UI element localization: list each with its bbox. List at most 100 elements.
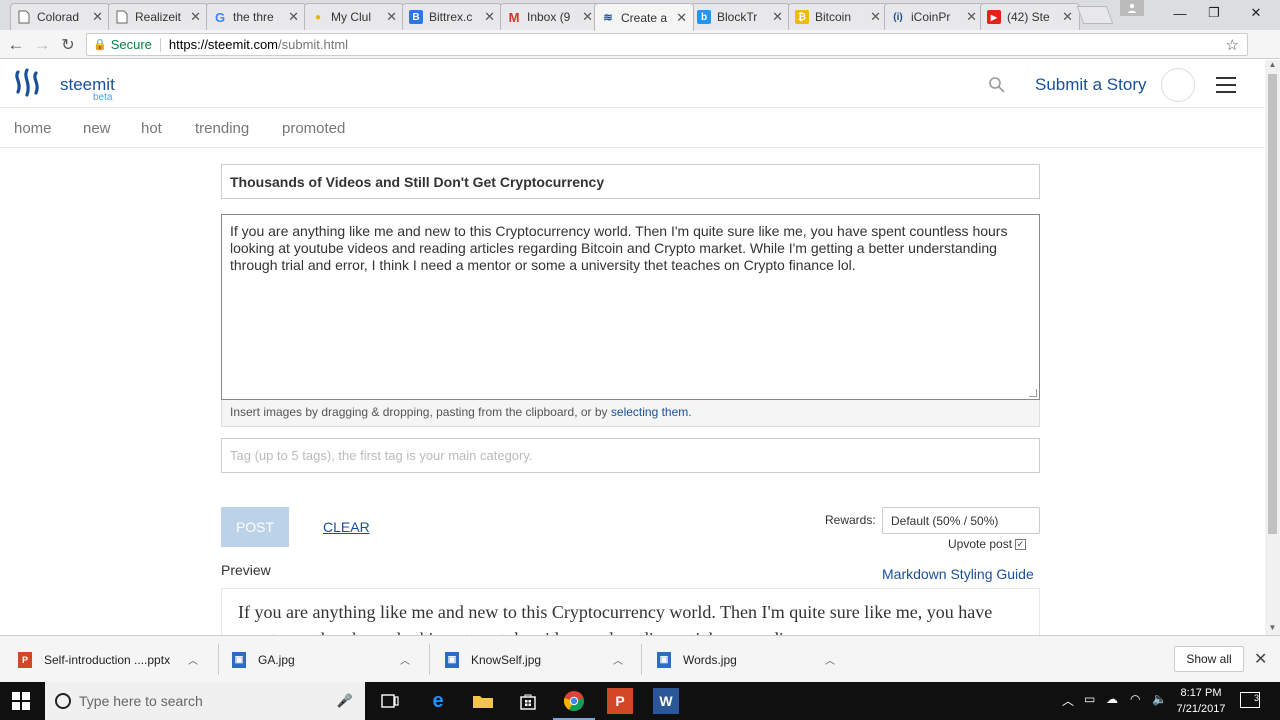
image-icon: ▣ [232,651,246,668]
url-host: https://steemit.com [168,37,278,52]
post-body-textarea[interactable]: If you are anything like me and new to t… [221,214,1040,400]
scroll-up-icon[interactable]: ▲ [1265,60,1280,72]
close-icon[interactable]: ✕ [582,9,593,25]
downloads-bar: P Self-introduction ....pptx ︿ ▣ GA.jpg … [0,635,1280,682]
tab-myclub[interactable]: ● My Clul ✕ [304,3,404,30]
maximize-icon[interactable]: ❐ [1194,0,1234,26]
page-scrollbar[interactable]: ▲ ▼ [1265,60,1280,635]
tab-title: Bittrex.c [429,10,473,24]
star-icon[interactable]: ☆ [1226,36,1239,54]
edge-icon[interactable]: e [425,688,451,714]
tab-title: Realizeit [135,10,182,24]
word-icon[interactable]: W [653,688,679,714]
clear-button[interactable]: CLEAR [323,519,370,535]
forward-icon[interactable]: → [31,34,53,56]
nav-new[interactable]: new [83,120,111,137]
select-images-link[interactable]: selecting them. [611,405,692,419]
nav-promoted[interactable]: promoted [282,120,345,137]
tab-bitcoin[interactable]: ₿ Bitcoin ✕ [788,3,888,30]
upvote-checkbox[interactable]: ✓ [1015,538,1027,550]
rewards-select[interactable]: Default (50% / 50%) [882,507,1040,534]
taskbar-search-placeholder: Type here to search [79,693,203,709]
download-item[interactable]: P Self-introduction ....pptx ︿ [18,636,208,683]
back-icon[interactable]: ← [5,34,27,56]
show-all-downloads-button[interactable]: Show all [1174,646,1244,672]
tab-colorad[interactable]: Colorad ✕ [10,3,110,30]
close-icon[interactable]: ✕ [484,9,495,25]
file-explorer-icon[interactable] [470,688,496,714]
download-item[interactable]: ▣ KnowSelf.jpg ︿ [445,636,625,683]
profile-icon[interactable] [1120,0,1144,16]
scroll-down-icon[interactable]: ▼ [1265,623,1280,635]
close-icon[interactable]: ✕ [966,9,977,25]
tab-google[interactable]: G the thre ✕ [206,3,306,30]
upvote-post-option[interactable]: Upvote post ✓ [948,537,1027,551]
close-icon[interactable]: ✕ [870,9,881,25]
nav-hot[interactable]: hot [141,120,162,137]
store-icon[interactable] [515,688,541,714]
powerpoint-icon[interactable]: P [607,688,633,714]
microphone-icon[interactable]: 🎤 [337,693,353,709]
resize-handle-icon[interactable] [1029,389,1037,397]
windows-start-icon[interactable] [12,692,30,710]
close-icon[interactable]: ✕ [288,9,299,25]
steemit-logo-icon[interactable] [14,68,46,98]
chevron-up-icon[interactable]: ︿ [613,652,623,667]
notifications-icon[interactable]: 3 [1240,692,1260,708]
image-dropzone[interactable]: Insert images by dragging & dropping, pa… [221,400,1040,427]
close-icon[interactable]: ✕ [92,9,103,25]
download-filename: KnowSelf.jpg [471,652,542,667]
google-icon: G [214,9,226,25]
close-icon[interactable]: ✕ [386,9,397,25]
post-title-input[interactable]: Thousands of Videos and Still Don't Get … [221,164,1040,199]
submit-story-link[interactable]: Submit a Story [1035,75,1147,95]
close-window-icon[interactable]: ✕ [1236,0,1276,26]
hamburger-menu-icon[interactable] [1216,77,1236,93]
search-icon[interactable] [988,76,1006,94]
image-icon: ▣ [445,651,459,668]
tab-title: Colorad [37,10,80,24]
taskbar-search-box[interactable]: Type here to search 🎤 [45,682,365,720]
nav-trending[interactable]: trending [195,120,249,137]
steemit-icon: ≋ [603,12,613,24]
new-tab-button[interactable] [1076,6,1114,24]
bittrex-icon: B [409,10,423,24]
chevron-up-icon[interactable]: ︿ [825,652,835,667]
tab-icoin[interactable]: (i) iCoinPr ✕ [884,3,984,30]
tab-title: the thre [233,10,274,24]
chevron-up-icon[interactable]: ︿ [188,652,198,667]
clock-time: 8:17 PM [1180,687,1222,699]
chevron-up-icon[interactable]: ︿ [400,652,410,667]
scrollbar-thumb[interactable] [1268,74,1277,534]
tab-create-steemit[interactable]: ≋ Create a ✕ [594,3,694,31]
wifi-icon[interactable]: ◠ [1130,692,1140,706]
battery-icon[interactable]: ▭ [1084,692,1095,706]
task-view-icon[interactable] [377,688,403,714]
tab-blocktrail[interactable]: b BlockTr ✕ [690,3,790,30]
chrome-icon[interactable] [553,688,595,720]
close-icon[interactable]: ✕ [1254,649,1267,669]
avatar[interactable] [1161,68,1195,102]
address-bar[interactable]: 🔒 Secure https://steemit.com/submit.html… [86,33,1248,56]
page-viewport: steemit beta Submit a Story home new hot… [0,60,1280,635]
nav-home[interactable]: home [14,120,52,137]
onedrive-icon[interactable]: ☁ [1106,692,1118,706]
close-icon[interactable]: ✕ [1062,9,1073,25]
chevron-up-icon[interactable]: ︿ [1062,692,1074,709]
close-icon[interactable]: ✕ [772,9,783,25]
tab-bittrex[interactable]: B Bittrex.c ✕ [402,3,502,30]
download-item[interactable]: ▣ GA.jpg ︿ [232,636,412,683]
taskbar-clock[interactable]: 8:17 PM 7/21/2017 [1172,685,1230,717]
tab-realizeit[interactable]: Realizeit ✕ [108,3,208,30]
tags-input[interactable]: Tag (up to 5 tags), the first tag is you… [221,438,1040,473]
close-icon[interactable]: ✕ [190,9,201,25]
post-button[interactable]: POST [221,507,289,547]
close-icon[interactable]: ✕ [676,10,687,26]
document-icon [17,10,31,24]
reload-icon[interactable]: ↻ [57,34,79,56]
markdown-guide-link[interactable]: Markdown Styling Guide [882,566,1034,582]
download-item[interactable]: ▣ Words.jpg ︿ [657,636,837,683]
volume-icon[interactable]: 🔈 [1152,692,1167,706]
tab-youtube[interactable]: ▶ (42) Ste ✕ [980,3,1080,30]
tab-inbox[interactable]: M Inbox (9 ✕ [500,3,600,30]
